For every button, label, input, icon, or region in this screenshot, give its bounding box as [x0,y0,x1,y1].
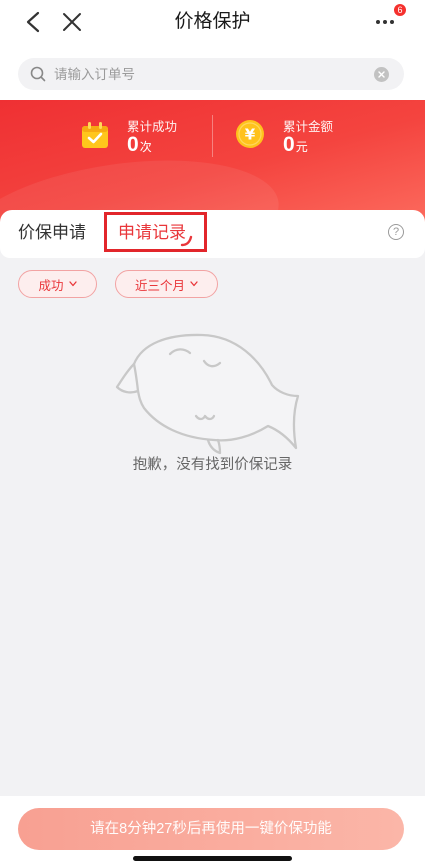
empty-state: 抱歉，没有找到价保记录 [0,330,425,480]
filter-period-label: 近三个月 [134,278,185,293]
stat-amount: ¥ 累计金额 0 元 [235,119,355,159]
yuan-coin-icon: ¥ [236,120,264,148]
tab-bar: 价保申请 申请记录 ? [0,210,425,258]
active-tab-indicator [180,235,193,247]
header: 价格保护 6 [0,0,425,100]
chevron-down-icon [68,281,77,287]
filter-status-label: 成功 [38,278,64,293]
home-indicator [133,856,292,861]
filter-period[interactable]: 近三个月 [115,270,218,298]
empty-message: 抱歉，没有找到价保记录 [132,457,293,473]
page-title: 价格保护 [174,11,251,32]
clear-button[interactable] [374,66,389,82]
stat-success-unit: 次 [139,140,152,154]
footer: 请在8分钟27秒后再使用一键价保功能 [0,796,425,867]
empty-mascot-illustration [115,333,300,455]
filter-status[interactable]: 成功 [18,270,97,298]
stat-success-value: 0 [127,133,139,156]
chevron-down-icon [190,281,198,287]
tab-price-protect-apply[interactable]: 价保申请 [18,221,86,245]
stat-amount-value: 0 [283,133,295,156]
search-input[interactable] [54,58,364,90]
price-protection-page: 价格保护 6 请输入订单号 累计成功 0 次 ¥ 累计金额 0 元 价保申请 申… [0,0,425,867]
tab-apply-records[interactable]: 申请记录 [118,221,186,245]
back-button[interactable] [19,8,47,36]
stat-amount-value-row: 0 元 [283,134,308,156]
stat-amount-unit: 元 [295,140,308,154]
yuan-symbol: ¥ [245,126,256,144]
help-icon[interactable]: ? [388,224,404,240]
stat-divider [212,115,213,157]
calendar-check-icon [82,122,108,148]
stat-success-value-row: 0 次 [127,134,152,156]
summary-banner: 累计成功 0 次 ¥ 累计金额 0 元 [0,100,425,222]
chevron-left-icon [26,11,40,33]
clear-icon [374,66,389,82]
search-bar[interactable] [18,58,404,90]
one-click-protect-button[interactable]: 请在8分钟27秒后再使用一键价保功能 [18,808,404,850]
search-icon [30,66,46,82]
stat-success: 累计成功 0 次 [80,120,200,160]
notification-badge: 6 [393,3,407,17]
